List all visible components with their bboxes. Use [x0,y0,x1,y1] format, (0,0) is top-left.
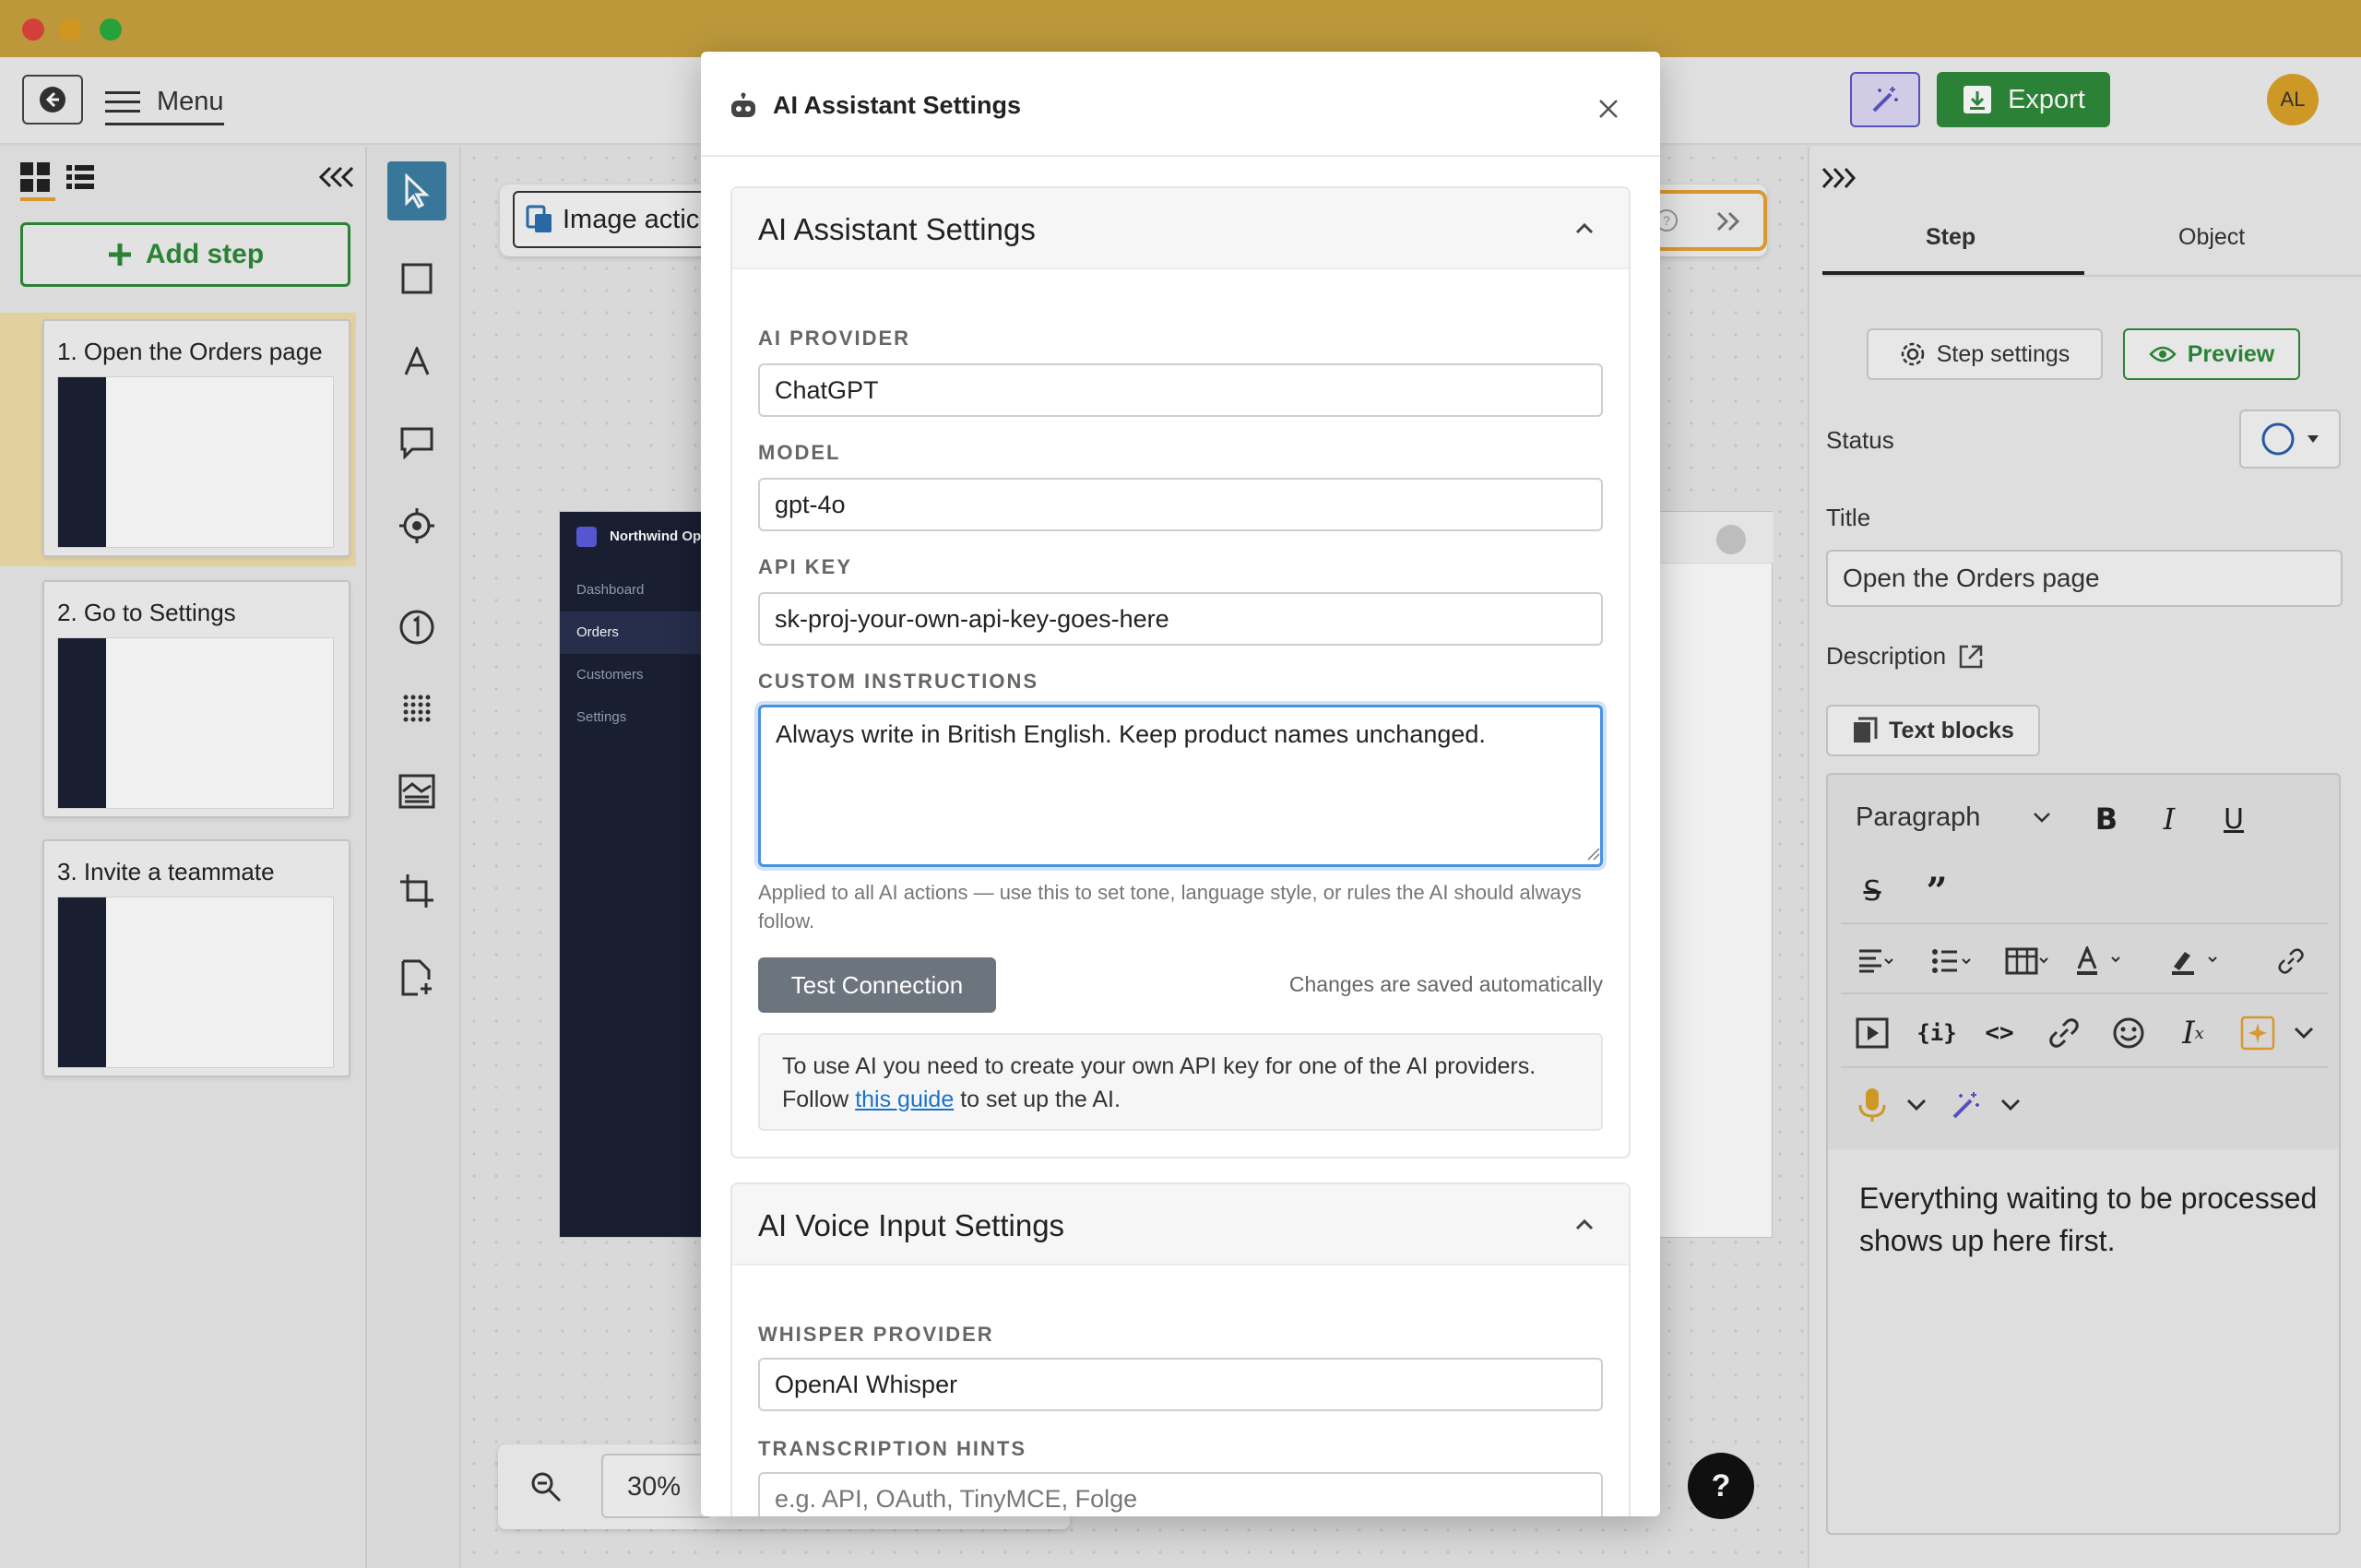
close-modal-button[interactable] [1588,89,1629,129]
autosave-note: Changes are saved automatically [1288,972,1603,996]
transcription-hints-label: TRANSCRIPTION HINTS [758,1437,1026,1460]
chevron-up-icon[interactable] [1568,1208,1601,1241]
guide-link[interactable]: this guide [855,1087,954,1112]
info-rest: to set up the AI. [960,1087,1121,1112]
ai-voice-section-header[interactable]: AI Voice Input Settings [732,1184,1629,1265]
section-title: AI Assistant Settings [758,212,1036,246]
close-icon [1599,100,1618,118]
textarea-resize-handle[interactable] [1586,847,1601,861]
test-connection-button[interactable]: Test Connection [758,957,996,1013]
section-title: AI Voice Input Settings [758,1208,1065,1242]
model-input[interactable]: gpt-4o [758,478,1603,531]
transcription-hints-input[interactable]: e.g. API, OAuth, TinyMCE, Folge [758,1472,1603,1516]
ai-provider-label: AI PROVIDER [758,327,911,350]
instructions-hint: Applied to all AI actions — use this to … [758,881,1582,932]
custom-instructions-label: CUSTOM INSTRUCTIONS [758,670,1039,693]
ai-assistant-section-header[interactable]: AI Assistant Settings [732,188,1629,269]
model-label: MODEL [758,441,841,464]
whisper-provider-label: WHISPER PROVIDER [758,1323,994,1346]
robot-icon [729,92,758,120]
info-follow: Follow [782,1087,849,1112]
ai-voice-section: AI Voice Input Settings [730,1182,1631,1516]
info-line: To use AI you need to create your own AP… [782,1053,1536,1079]
whisper-provider-select[interactable]: OpenAI Whisper [758,1358,1603,1411]
ai-provider-select[interactable]: ChatGPT [758,363,1603,417]
modal-title: AI Assistant Settings [773,91,1022,119]
api-key-label: API KEY [758,555,853,578]
api-key-info-box: To use AI you need to create your own AP… [758,1033,1603,1131]
ai-settings-modal: AI Assistant Settings AI Assistant Setti… [701,52,1660,1516]
api-key-input[interactable]: sk-proj-your-own-api-key-goes-here [758,592,1603,646]
custom-instructions-textarea[interactable]: Always write in British English. Keep pr… [758,705,1603,867]
chevron-up-icon[interactable] [1568,212,1601,245]
